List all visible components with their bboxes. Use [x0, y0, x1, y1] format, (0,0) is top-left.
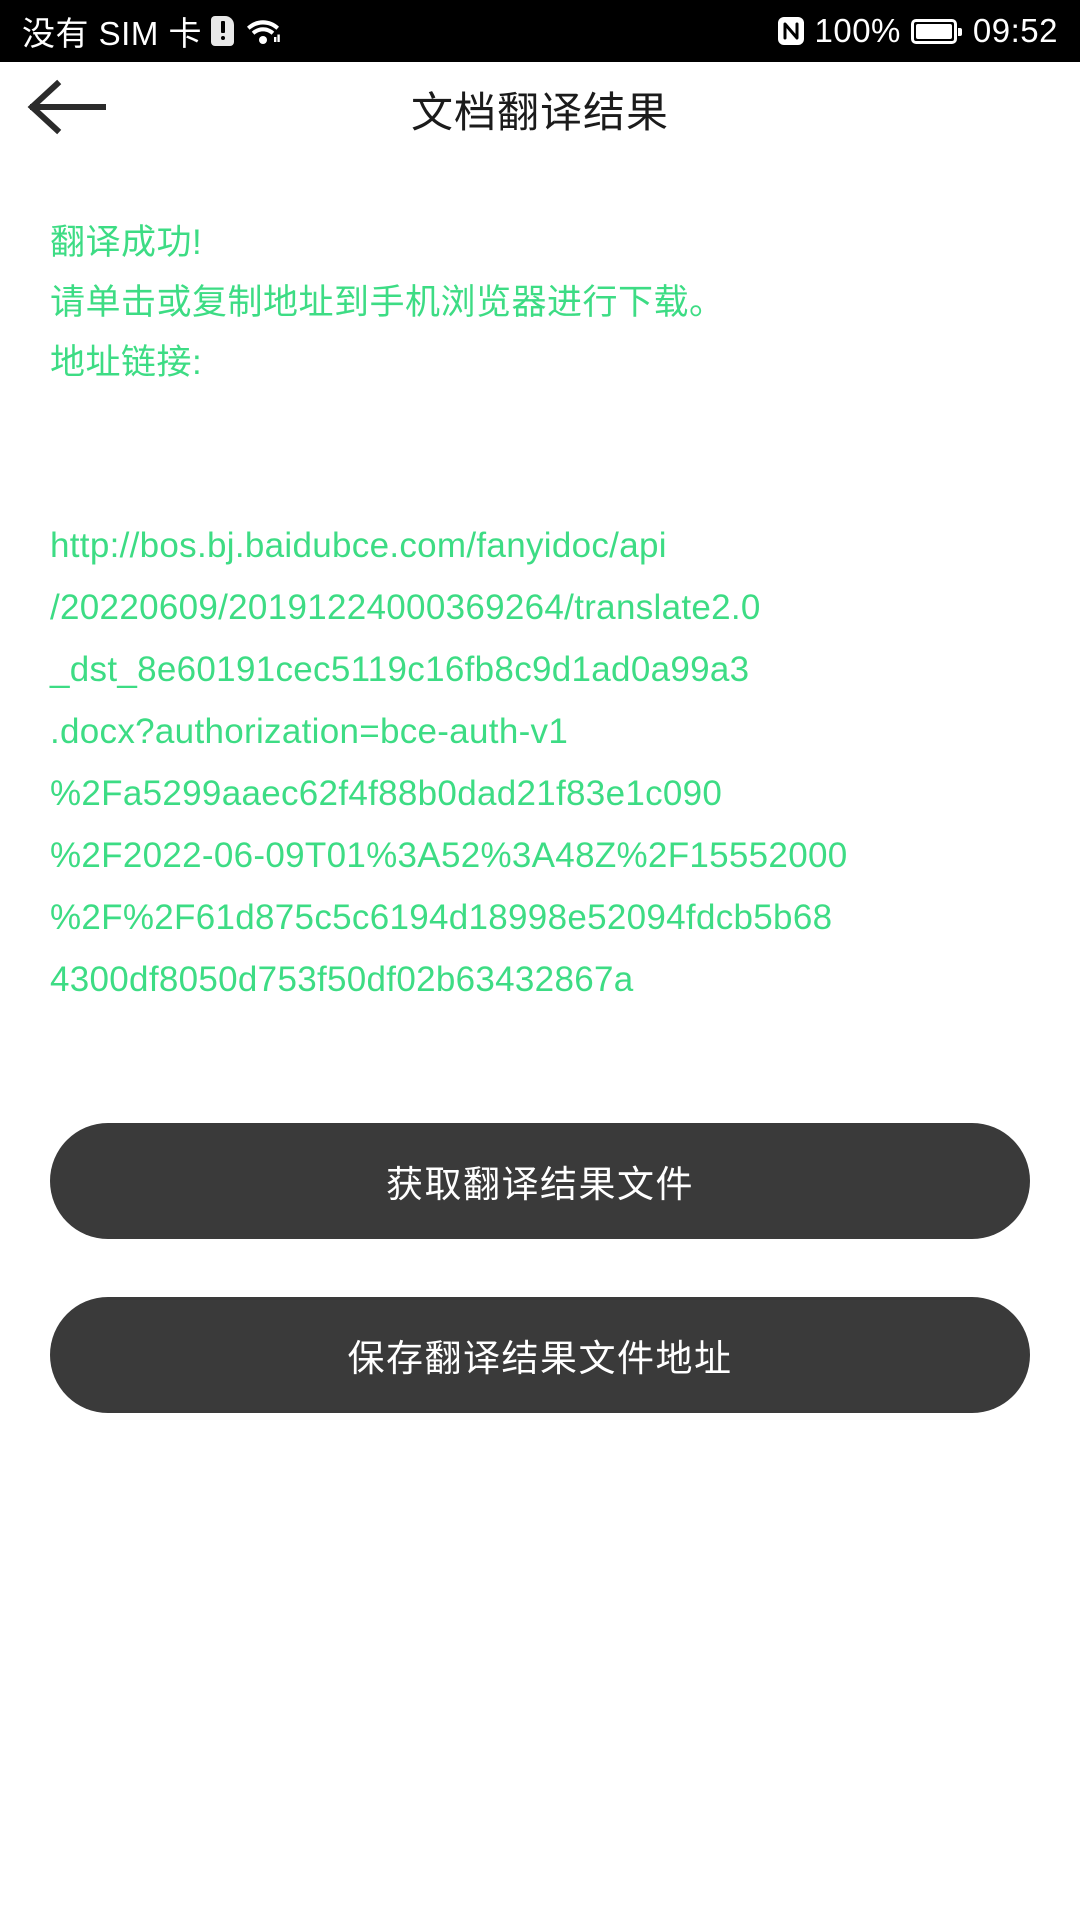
download-url-link[interactable]: http://bos.bj.baidubce.com/fanyidoc/api … — [50, 515, 1030, 1011]
clock-label: 09:52 — [972, 12, 1058, 49]
status-bar: 没有 SIM 卡 100% 09:52 — [0, 0, 1080, 62]
url-line: %2Fa5299aaec62f4f88b0dad21f83e1c090 — [50, 774, 723, 813]
status-bar-right: 100% 09:52 — [777, 12, 1059, 50]
button-area: 获取翻译结果文件 保存翻译结果文件地址 — [50, 1123, 1030, 1413]
back-button[interactable] — [26, 75, 108, 145]
nfc-icon — [777, 16, 805, 46]
carrier-label: 没有 SIM 卡 — [22, 15, 203, 52]
wifi-icon — [246, 16, 280, 46]
sim-card-alert-icon — [211, 16, 235, 46]
content-area: 翻译成功! 请单击或复制地址到手机浏览器进行下载。 地址链接: http://b… — [0, 213, 1080, 1413]
save-translation-address-button[interactable]: 保存翻译结果文件地址 — [50, 1297, 1030, 1413]
status-bar-left: 没有 SIM 卡 — [22, 7, 280, 55]
notice-address-label: 地址链接: — [50, 343, 203, 382]
notice-instruction-line: 请单击或复制地址到手机浏览器进行下载。 — [50, 283, 725, 322]
url-line: .docx?authorization=bce-auth-v1 — [50, 712, 569, 751]
notice-block: 翻译成功! 请单击或复制地址到手机浏览器进行下载。 地址链接: — [50, 213, 1030, 393]
notice-success-line: 翻译成功! — [50, 223, 203, 262]
url-line: _dst_8e60191cec5119c16fb8c9d1ad0a99a3 — [50, 650, 750, 689]
battery-percent-label: 100% — [814, 12, 901, 49]
arrow-left-icon — [27, 78, 107, 141]
get-translation-file-button[interactable]: 获取翻译结果文件 — [50, 1123, 1030, 1239]
url-line: %2F2022-06-09T01%3A52%3A48Z%2F15552000 — [50, 836, 848, 875]
title-bar: 文档翻译结果 — [0, 62, 1080, 157]
url-line: http://bos.bj.baidubce.com/fanyidoc/api — [50, 526, 667, 565]
url-line: %2F%2F61d875c5c6194d18998e52094fdcb5b68 — [50, 898, 833, 937]
battery-full-icon — [910, 18, 962, 44]
page-title: 文档翻译结果 — [410, 89, 669, 136]
url-line: 4300df8050d753f50df02b63432867a — [50, 960, 634, 999]
url-line: /20220609/20191224000369264/translate2.0 — [50, 588, 761, 627]
